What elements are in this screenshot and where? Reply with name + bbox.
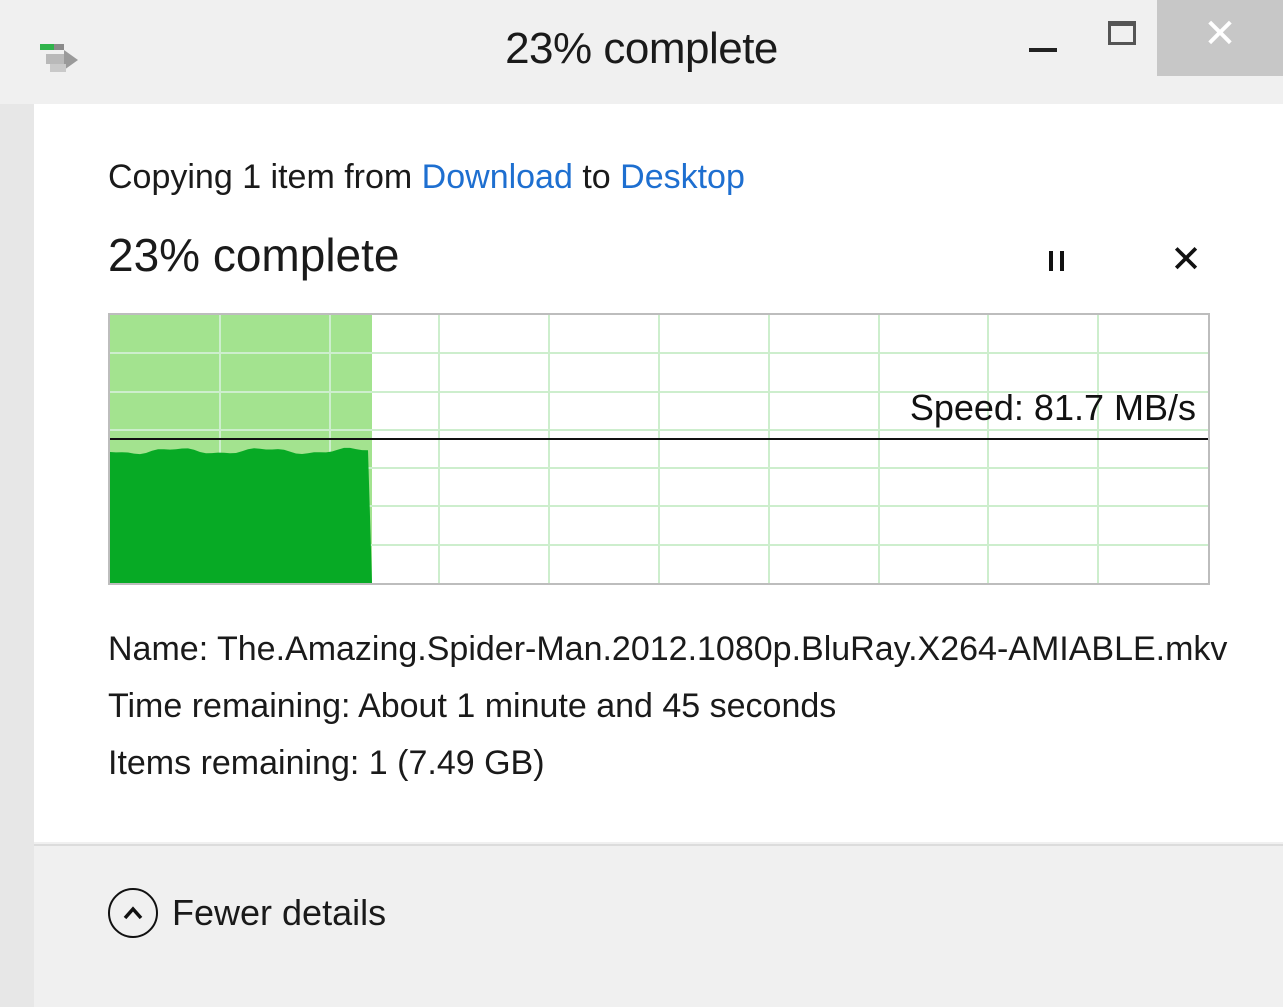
- name-label: Name:: [108, 630, 209, 668]
- items-remaining-label: Items remaining:: [108, 744, 360, 782]
- destination-folder-link[interactable]: Desktop: [620, 158, 745, 196]
- transfer-speed-graph: Speed: 81.7 MB/s: [108, 313, 1210, 585]
- window-border: [0, 104, 34, 1007]
- speed-area: [110, 447, 372, 583]
- maximize-button[interactable]: [1094, 0, 1150, 76]
- chevron-up-icon: [108, 888, 158, 938]
- speed-graph-canvas: [110, 315, 1208, 583]
- minimize-button[interactable]: [1015, 0, 1071, 76]
- progress-heading: 23% complete: [108, 229, 400, 281]
- operation-middle: to: [572, 158, 621, 196]
- pause-button[interactable]: [1034, 239, 1078, 283]
- pause-icon: [1048, 251, 1064, 271]
- minimize-icon: [1029, 48, 1057, 52]
- detail-name: Name: The.Amazing.Spider-Man.2012.1080p.…: [108, 630, 1227, 669]
- cancel-copy-button[interactable]: ✕: [1164, 234, 1208, 284]
- dialog-content: Copying 1 item from Download to Desktop …: [34, 104, 1283, 842]
- fewer-details-label: Fewer details: [172, 892, 387, 933]
- close-window-button[interactable]: ✕: [1157, 0, 1283, 76]
- operation-description: Copying 1 item from Download to Desktop: [108, 158, 745, 197]
- source-folder-link[interactable]: Download: [422, 158, 573, 196]
- close-icon: ✕: [1203, 12, 1237, 56]
- fewer-details-toggle[interactable]: Fewer details: [108, 888, 386, 938]
- maximize-icon: [1108, 21, 1136, 45]
- detail-items-remaining: Items remaining: 1 (7.49 GB): [108, 744, 545, 783]
- speed-readout: Speed: 81.7 MB/s: [909, 387, 1196, 428]
- window-title: 23% complete: [505, 24, 778, 73]
- items-remaining-value: 1 (7.49 GB): [368, 744, 545, 782]
- time-remaining-label: Time remaining:: [108, 687, 351, 725]
- operation-prefix: Copying 1 item from: [108, 158, 422, 196]
- dialog-footer: Fewer details: [34, 844, 1283, 1007]
- time-remaining-value: About 1 minute and 45 seconds: [358, 687, 837, 725]
- detail-time-remaining: Time remaining: About 1 minute and 45 se…: [108, 687, 836, 726]
- file-name-value: The.Amazing.Spider-Man.2012.1080p.BluRay…: [216, 630, 1228, 668]
- title-bar[interactable]: 23% complete ✕: [0, 0, 1283, 104]
